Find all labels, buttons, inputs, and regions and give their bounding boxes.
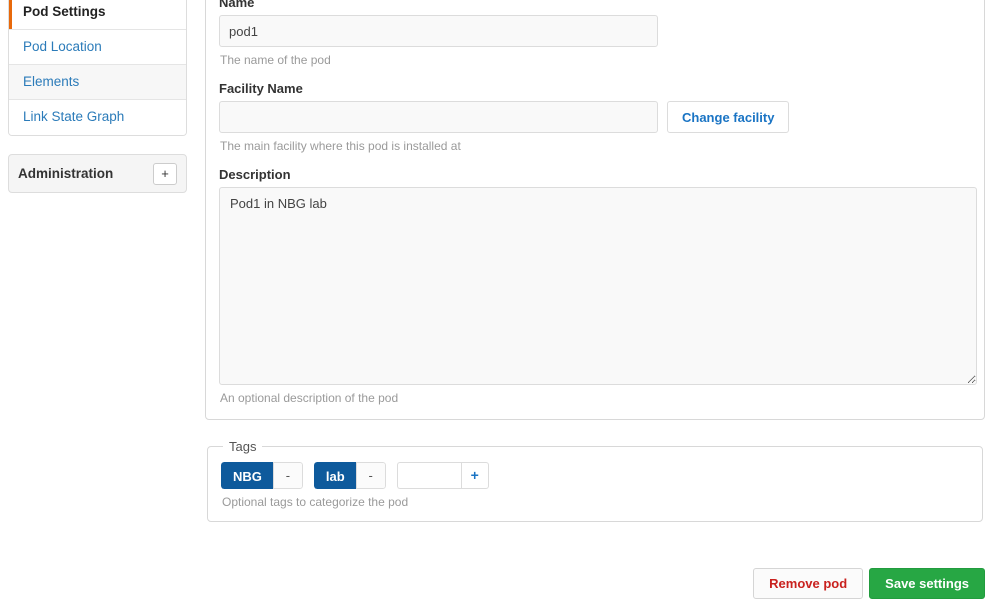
sidebar-item-elements[interactable]: Elements — [9, 65, 186, 100]
add-tag-button[interactable]: + — [460, 462, 489, 489]
description-label: Description — [219, 167, 291, 182]
tags-help-text: Optional tags to categorize the pod — [222, 495, 409, 509]
description-textarea[interactable]: Pod1 in NBG lab — [219, 187, 977, 385]
facility-help-text: The main facility where this pod is inst… — [220, 139, 461, 153]
save-settings-button[interactable]: Save settings — [869, 568, 985, 599]
new-tag-input[interactable] — [396, 462, 461, 489]
sidebar-item-link-state-graph[interactable]: Link State Graph — [9, 100, 186, 135]
tags-legend: Tags — [229, 439, 257, 454]
tag-item-lab: lab - — [313, 462, 386, 489]
tags-row: NBG - lab - + — [221, 462, 969, 489]
pod-settings-panel: Name The name of the pod Facility Name C… — [205, 0, 985, 420]
facility-input-row: Change facility — [219, 101, 971, 133]
administration-title: Administration — [18, 166, 114, 181]
tag-remove-button[interactable]: - — [272, 462, 303, 489]
tags-fieldset: Tags NBG - lab - + Optional tags to cate… — [207, 439, 983, 522]
pod-settings-page: Pod Settings Pod Location Elements Link … — [0, 0, 995, 607]
administration-expand-icon[interactable]: + — [153, 162, 177, 185]
name-input[interactable] — [219, 15, 658, 47]
name-field-block: Name The name of the pod — [219, 0, 971, 67]
footer-actions: Remove pod Save settings — [753, 568, 985, 599]
sidebar-item-label: Pod Location — [23, 39, 102, 54]
sidebar: Pod Settings Pod Location Elements Link … — [8, 0, 187, 193]
main-content: Name The name of the pod Facility Name C… — [205, 0, 985, 522]
sidebar-nav-panel: Pod Settings Pod Location Elements Link … — [8, 0, 187, 136]
facility-label: Facility Name — [219, 81, 303, 96]
sidebar-item-pod-settings[interactable]: Pod Settings — [9, 0, 186, 30]
facility-input[interactable] — [219, 101, 658, 133]
change-facility-button[interactable]: Change facility — [667, 101, 790, 133]
description-help-text: An optional description of the pod — [220, 391, 399, 405]
sidebar-item-pod-location[interactable]: Pod Location — [9, 30, 186, 65]
sidebar-item-label: Pod Settings — [23, 4, 106, 19]
tag-remove-button[interactable]: - — [355, 462, 386, 489]
tag-add-group: + — [396, 462, 489, 489]
description-field-block: Description Pod1 in NBG lab An optional … — [219, 167, 977, 405]
administration-panel: Administration + — [8, 154, 187, 193]
sidebar-item-label: Elements — [23, 74, 80, 89]
name-label: Name — [219, 0, 255, 10]
facility-field-block: Facility Name Change facility The main f… — [219, 81, 971, 153]
tag-item-nbg: NBG - — [221, 462, 303, 489]
sidebar-item-label: Link State Graph — [23, 109, 125, 124]
name-help-text: The name of the pod — [220, 53, 331, 67]
tag-label: NBG — [221, 462, 273, 489]
remove-pod-button[interactable]: Remove pod — [753, 568, 864, 599]
tag-label: lab — [313, 462, 356, 489]
